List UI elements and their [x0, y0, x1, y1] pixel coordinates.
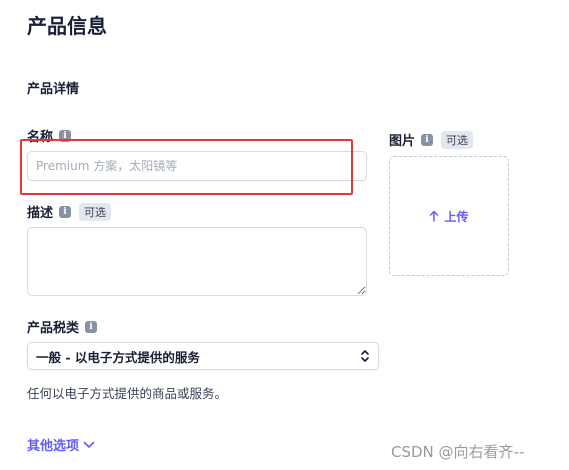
more-options-label: 其他选项 [27, 439, 80, 454]
tax-category-label: 产品税类 i [27, 317, 98, 336]
name-label: 名称 i [27, 126, 72, 145]
optional-badge: 可选 [79, 202, 112, 221]
upload-label: 上传 [444, 209, 469, 224]
tax-category-selected: 一般 - 以电子方式提供的服务 [36, 349, 200, 365]
section-title: 产品详情 [27, 82, 80, 97]
name-input[interactable] [27, 151, 367, 181]
tax-category-select[interactable]: 一般 - 以电子方式提供的服务 [27, 342, 379, 370]
watermark: CSDN @向右看齐-- [391, 443, 525, 461]
image-label-text: 图片 [389, 134, 416, 149]
chevron-down-icon [83, 441, 95, 448]
more-options-toggle[interactable]: 其他选项 [27, 435, 95, 454]
name-label-text: 名称 [27, 130, 54, 145]
tax-category-label-text: 产品税类 [27, 321, 80, 336]
image-upload-dropzone[interactable]: 上传 [389, 156, 509, 276]
description-label: 描述 i 可选 [27, 202, 112, 221]
info-icon[interactable]: i [59, 129, 72, 142]
tax-category-help-text: 任何以电子方式提供的商品或服务。 [27, 386, 228, 401]
info-icon[interactable]: i [59, 205, 72, 218]
description-label-text: 描述 [27, 206, 54, 221]
info-icon[interactable]: i [85, 320, 98, 333]
select-arrows-icon [361, 350, 369, 362]
info-icon[interactable]: i [421, 133, 434, 146]
image-label: 图片 i 可选 [389, 130, 474, 149]
optional-badge: 可选 [441, 130, 474, 149]
description-textarea[interactable] [27, 227, 367, 296]
page-title: 产品信息 [27, 14, 107, 38]
arrow-up-icon [430, 210, 439, 222]
